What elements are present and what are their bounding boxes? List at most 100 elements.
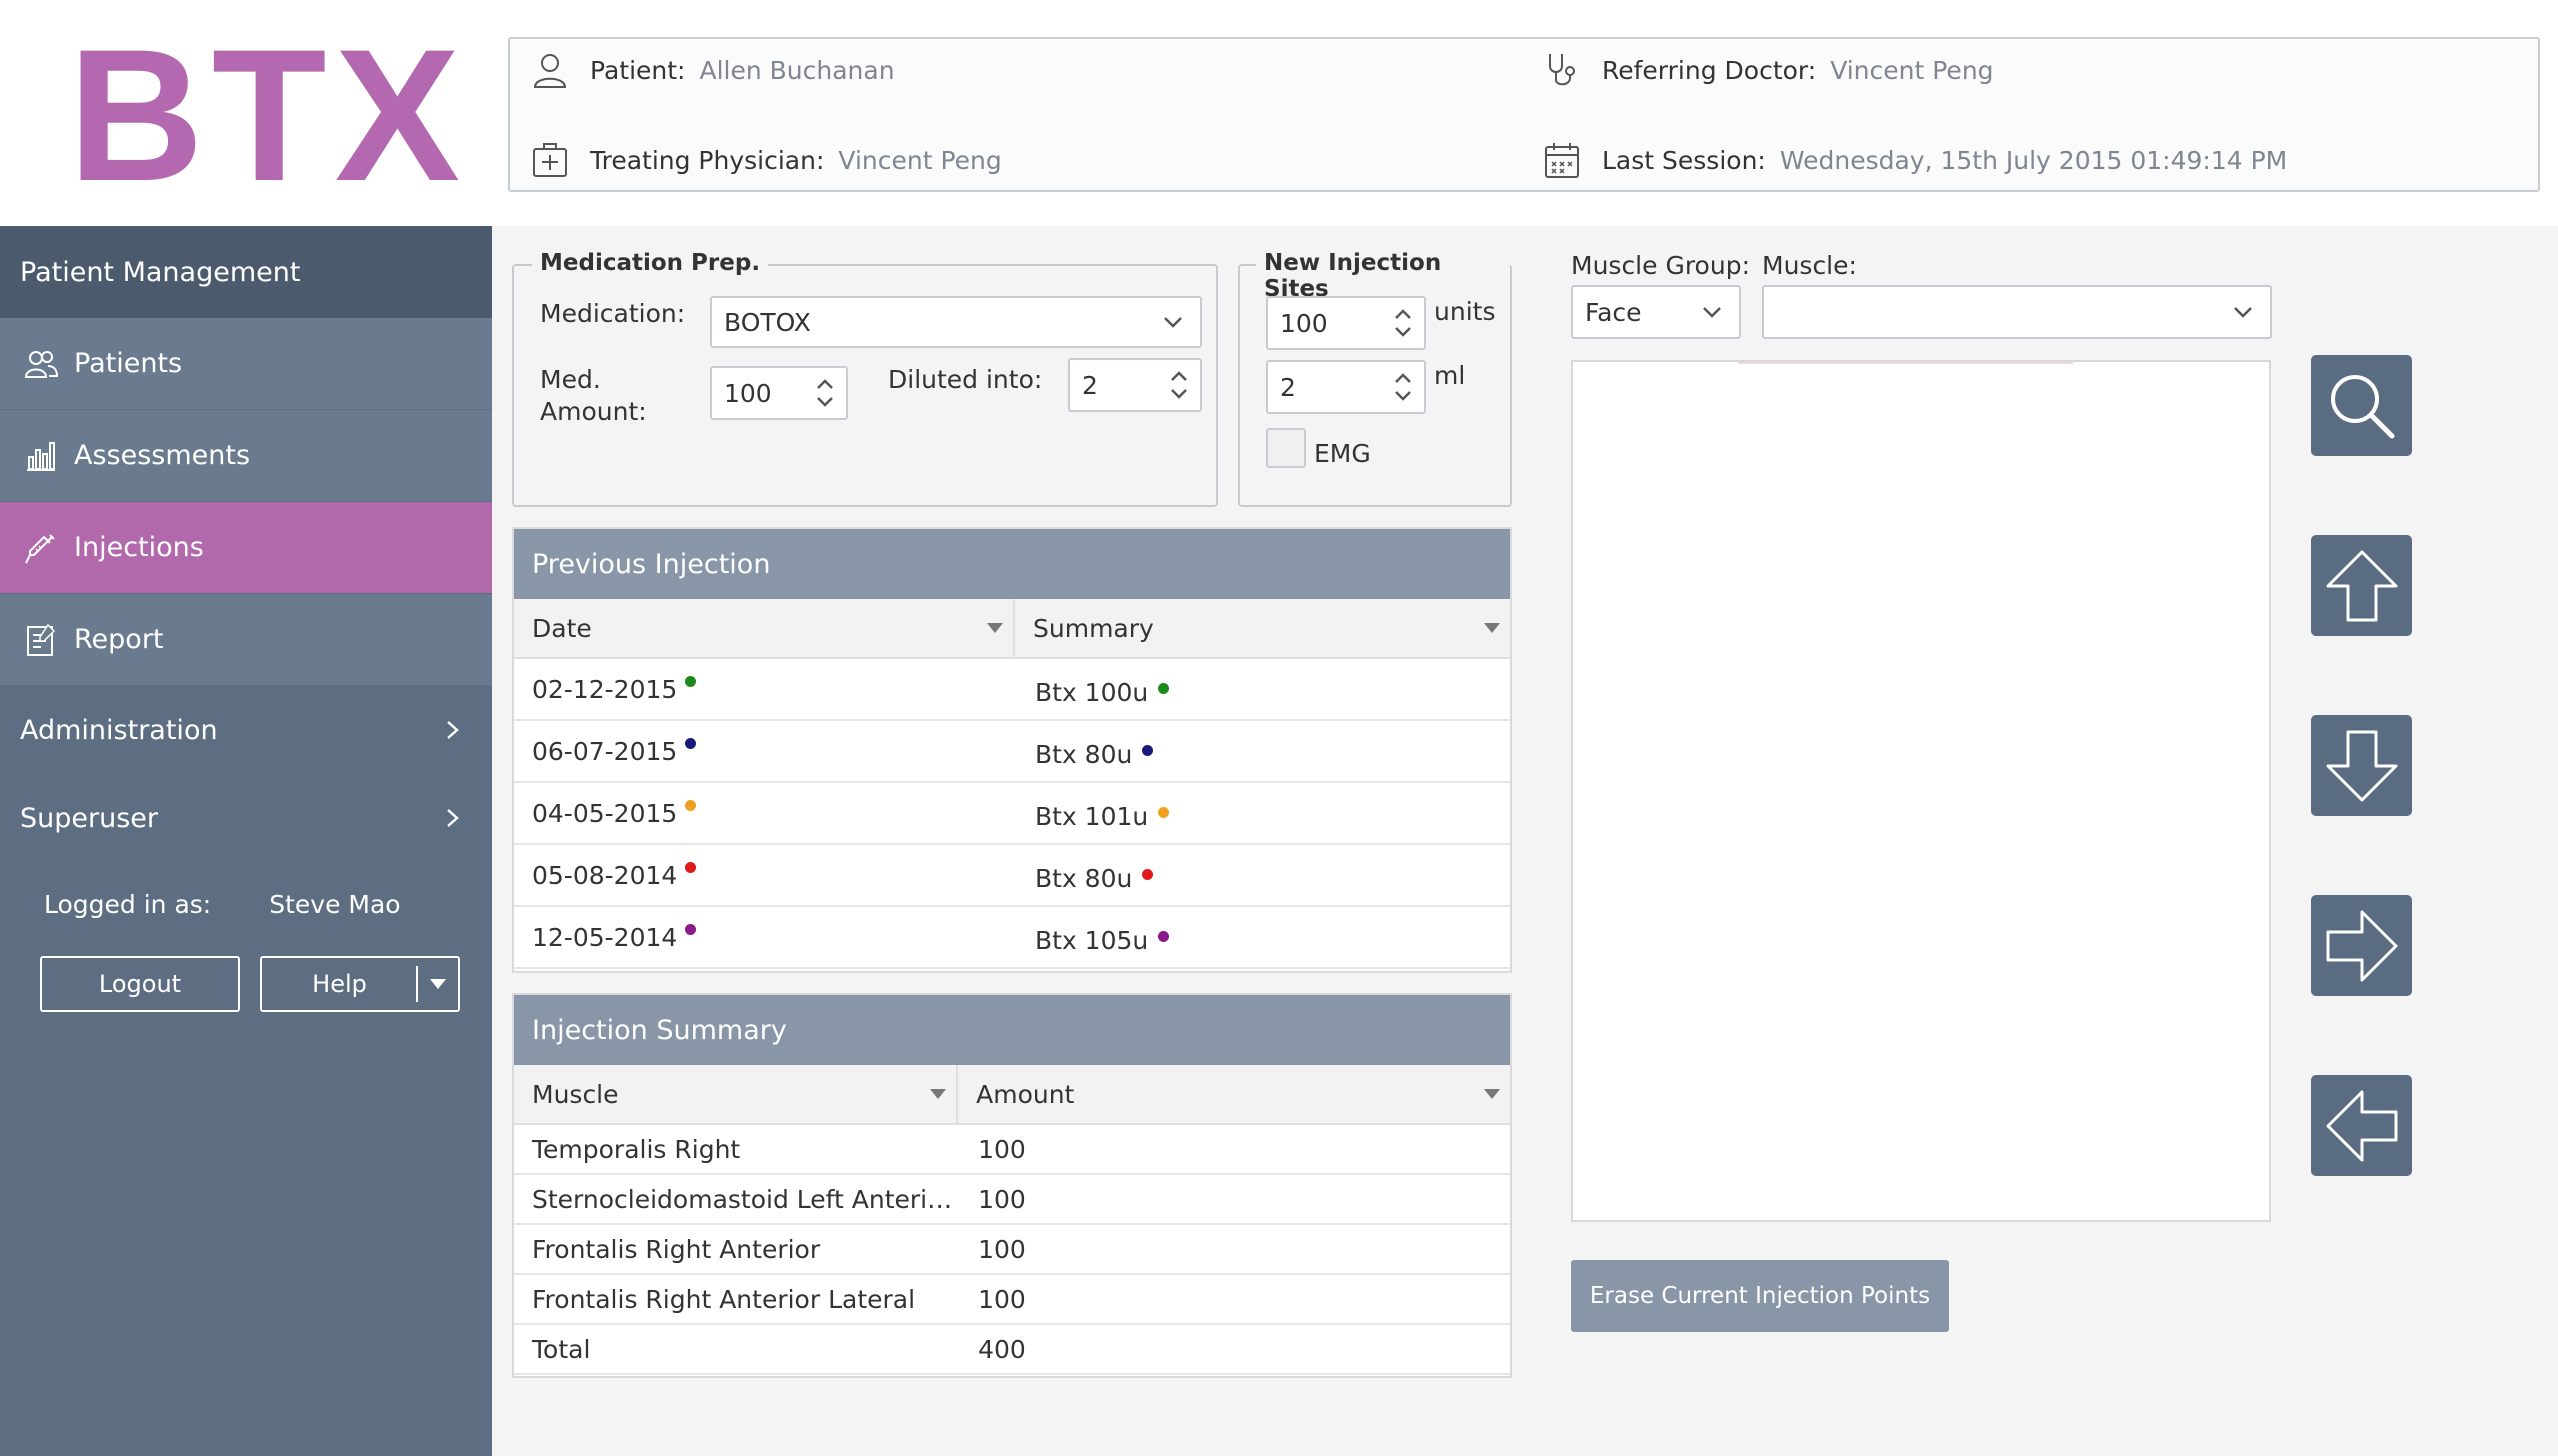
muscle-cell: Frontalis Right Anterior Lateral (532, 1284, 916, 1314)
move-left-button[interactable] (2311, 1075, 2412, 1176)
summary-cell: Btx 105u (1017, 907, 1510, 967)
new-injection-sites-legend: New Injection Sites (1256, 250, 1510, 302)
medication-select[interactable]: BOTOX (710, 296, 1202, 348)
sidebar-item-label: Patients (74, 348, 183, 379)
column-header-summary[interactable]: Summary (1015, 599, 1510, 657)
sort-caret-icon[interactable] (1484, 1089, 1500, 1099)
sort-caret-icon[interactable] (987, 623, 1003, 633)
column-header-amount[interactable]: Amount (958, 1065, 1510, 1123)
help-button[interactable]: Help (260, 956, 460, 1012)
stethoscope-icon (1549, 54, 1575, 86)
table-row[interactable]: Frontalis Right Anterior 100 (514, 1225, 1510, 1275)
table-row[interactable]: 05-08-2014 Btx 80u (514, 845, 1510, 907)
table-row[interactable]: Total 400 (514, 1325, 1510, 1375)
sidebar-item-label: Superuser (20, 802, 158, 834)
diluted-into-label: Diluted into: (888, 365, 1043, 394)
diluted-into-stepper[interactable]: 2 (1068, 358, 1202, 412)
date-text: 04-05-2015 (532, 798, 678, 828)
stepper-arrows-icon[interactable] (814, 375, 836, 411)
sort-caret-icon[interactable] (1484, 623, 1500, 633)
arrow-right-icon (2326, 910, 2397, 981)
erase-injection-points-button[interactable]: Erase Current Injection Points (1571, 1260, 1949, 1332)
medication-prep-fieldset: Medication Prep. Medication: BOTOX Med. … (512, 250, 1218, 507)
date-cell: 06-07-2015 (514, 721, 1017, 781)
medication-prep-legend: Medication Prep. (532, 250, 769, 276)
sort-caret-icon[interactable] (930, 1089, 947, 1099)
stepper-arrows-icon[interactable] (1392, 369, 1414, 405)
muscle-cell: Sternocleidomastoid Left Anteri… (532, 1184, 953, 1214)
move-right-button[interactable] (2311, 895, 2412, 996)
units-stepper[interactable]: 100 (1266, 296, 1426, 350)
referring-doctor-name: Vincent Peng (1830, 55, 1994, 85)
date-cell: 05-08-2014 (514, 845, 1017, 905)
units-value: 100 (1280, 308, 1328, 338)
muscle-cell: Total (532, 1334, 591, 1364)
muscle-group-select[interactable]: Face (1571, 285, 1741, 339)
table-row[interactable]: 02-12-2015 Btx 100u (514, 659, 1510, 721)
caret-down-icon[interactable] (430, 979, 446, 989)
table-row[interactable]: 12-05-2014 Btx 105u (514, 907, 1510, 969)
users-icon (24, 350, 58, 378)
ml-stepper[interactable]: 2 (1266, 360, 1426, 414)
sidebar-item-label: Report (74, 624, 164, 655)
move-down-button[interactable] (2311, 715, 2412, 816)
injection-summary-rows: Temporalis Right 100 Sternocleidomastoid L… (514, 1125, 1510, 1375)
units-label: units (1434, 297, 1496, 326)
amount-cell: 400 (978, 1334, 1026, 1364)
column-header-label: Muscle (532, 1079, 619, 1109)
muscle-cell: Frontalis Right Anterior (532, 1234, 821, 1264)
column-header-label: Summary (1033, 613, 1154, 643)
zoom-icon (2330, 374, 2394, 438)
injection-summary-panel: Injection Summary Muscle Amount Temporal… (512, 993, 1512, 1378)
date-cell: 12-05-2014 (514, 907, 1017, 967)
move-up-button[interactable] (2311, 535, 2412, 636)
table-row[interactable]: Frontalis Right Anterior Lateral 100 (514, 1275, 1510, 1325)
muscle-group-label: Muscle Group: (1571, 251, 1750, 280)
series-color-dot (1142, 744, 1154, 756)
zoom-button[interactable] (2311, 355, 2412, 456)
amount-cell: 100 (978, 1134, 1026, 1164)
sidebar-item-patients[interactable]: Patients (0, 318, 492, 410)
table-row[interactable]: Sternocleidomastoid Left Anteri… 100 (514, 1175, 1510, 1225)
patient-info: Patient: Allen Buchanan (530, 47, 895, 93)
amount-cell: 100 (978, 1184, 1026, 1214)
date-cell: 02-12-2015 (514, 659, 1017, 719)
date-text: 05-08-2014 (532, 860, 678, 890)
muscle-select[interactable] (1762, 285, 2272, 339)
series-color-dot (1158, 930, 1170, 942)
sidebar-item-report[interactable]: Report (0, 594, 492, 686)
table-row[interactable]: 06-07-2015 Btx 80u (514, 721, 1510, 783)
diluted-into-value: 2 (1082, 370, 1098, 400)
app-logo: BTX (68, 10, 468, 220)
ml-value: 2 (1280, 372, 1296, 402)
series-color-dot (1158, 806, 1170, 818)
user-icon (533, 54, 567, 88)
summary-cell: Btx 101u (1017, 783, 1510, 843)
sidebar-item-administration[interactable]: Administration (0, 686, 492, 774)
injection-summary-table-header: Muscle Amount (514, 1065, 1510, 1125)
table-row[interactable]: 04-05-2015 Btx 101u (514, 783, 1510, 845)
column-header-muscle[interactable]: Muscle (514, 1065, 959, 1123)
stepper-arrows-icon[interactable] (1168, 367, 1190, 403)
sidebar-item-assessments[interactable]: Assessments (0, 410, 492, 502)
date-text: 06-07-2015 (532, 736, 678, 766)
previous-injection-panel: Previous Injection Date Summary 02-12-20… (512, 527, 1512, 973)
series-color-dot (1158, 682, 1170, 694)
table-row[interactable]: Temporalis Right 100 (514, 1125, 1510, 1175)
chevron-right-icon (447, 809, 459, 827)
help-button-label: Help (312, 970, 367, 998)
column-header-date[interactable]: Date (514, 599, 1015, 657)
sidebar-item-superuser[interactable]: Superuser (0, 774, 492, 862)
sidebar-item-injections[interactable]: Injections (0, 502, 492, 594)
chevron-down-icon (2234, 307, 2252, 318)
med-amount-stepper[interactable]: 100 (710, 366, 848, 420)
logout-button-label: Logout (98, 970, 182, 998)
help-divider (416, 966, 418, 1002)
patient-info-box: Patient: Allen Buchanan Referring Doctor… (508, 37, 2540, 192)
last-session-value: Wednesday, 15th July 2015 01:49:14 PM (1779, 145, 2288, 175)
injection-site-canvas[interactable] (1571, 360, 2271, 1222)
emg-checkbox[interactable] (1266, 428, 1306, 468)
stepper-arrows-icon[interactable] (1392, 305, 1414, 341)
logout-button[interactable]: Logout (40, 956, 240, 1012)
series-color-dot (685, 923, 697, 935)
